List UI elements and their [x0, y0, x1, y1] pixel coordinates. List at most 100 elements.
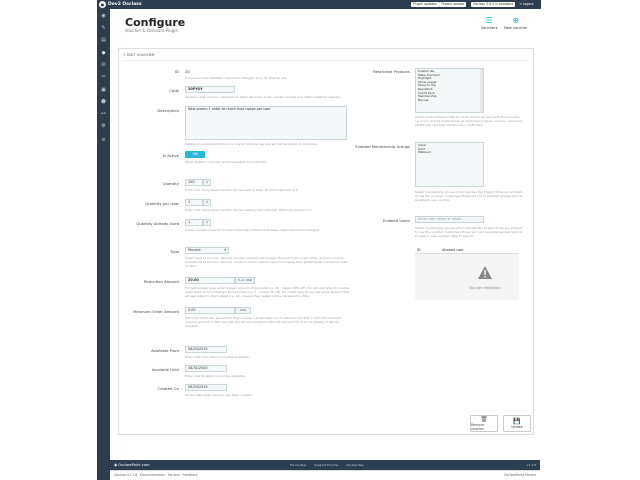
enabled-users-label: Enabled Users [382, 218, 410, 223]
available-from-label: Available From [151, 348, 179, 353]
osclass-update-badge[interactable]: Osclass 3.8.0 is available [471, 1, 516, 7]
description-textarea[interactable]: New promo 1 order to reach max usage per… [185, 106, 347, 140]
restricted-scrollbar[interactable] [480, 69, 483, 112]
warning-icon [478, 265, 492, 279]
type-select[interactable]: Percent ▾ [185, 247, 229, 254]
available-from-input[interactable]: 06/20/2019 [185, 346, 227, 353]
plugin-updates-badge[interactable]: Plugin updates [411, 1, 439, 7]
group-option[interactable]: Platinum [418, 151, 481, 155]
list-icon: ☰ [485, 16, 493, 25]
grid-col-id: ID [417, 248, 421, 252]
page-right-margin [541, 0, 640, 480]
appearance-icon[interactable]: ✉ [100, 62, 107, 68]
pages-icon[interactable]: ▤ [100, 37, 107, 43]
osclasspoint-logo[interactable]: ◉ OsclassPoint.com [114, 462, 150, 468]
min-order-help: Minimum cart/order amount for that vouch… [185, 316, 342, 329]
quantity-label: Quantity [162, 181, 179, 186]
active-toggle[interactable]: ON [185, 151, 205, 158]
osclass-pay-link[interactable]: Osclass Pay [346, 463, 364, 467]
plus-circle-icon: ⊕ [512, 16, 520, 25]
sidebar: ◉ ✎ ▤ ◆ ✉ ✂ ▣ ☻ ⚯ ⚙ ≡ [97, 9, 110, 480]
qty-per-user-help: Enter how many times voucher can be used… [185, 208, 313, 212]
reduction-help: For percentage type, enter integer amoun… [185, 286, 350, 299]
created-on-input: 06/20/2019 [185, 384, 227, 391]
enabled-users-input[interactable]: Enter user name or email... [415, 216, 484, 223]
osclasspoint-logo-text: OsclassPoint.com [118, 463, 150, 467]
qty-used-input: 1 [185, 219, 203, 226]
description-label: Description [157, 108, 179, 113]
reduction-label: Reduction Amount [143, 279, 179, 284]
code-label: Code [169, 88, 179, 93]
id-label: ID [174, 69, 179, 74]
menu-icon[interactable]: ≡ [100, 137, 107, 143]
qty-used-stepper: ⇕ [203, 219, 211, 226]
created-on-help: Shows date when voucher has been created… [185, 393, 253, 397]
restricted-products-select[interactable]: Publish fee Make Premium Highlight Show … [415, 68, 484, 113]
users-icon[interactable]: ☻ [100, 99, 107, 105]
page-left-margin [0, 0, 97, 480]
new-voucher-button[interactable]: ⊕ New voucher [504, 16, 528, 31]
qty-used-label: Quantity Already Used [136, 221, 179, 226]
listings-icon[interactable]: ✎ [100, 25, 107, 31]
footer-links[interactable]: Osclass v3.7.8 · Documentation · Forums … [114, 471, 198, 480]
remove-voucher-label: Remove voucher [471, 423, 484, 431]
code-input[interactable]: 20PYOY [185, 86, 235, 93]
qty-per-user-label: Quantity per User [145, 201, 179, 206]
update-label: Update [511, 425, 523, 429]
grid-col-user: Allowed user [442, 248, 464, 252]
trash-icon: 🗑 [480, 416, 488, 423]
restricted-option[interactable]: Banner [418, 98, 481, 103]
plugins-icon[interactable]: ◆ [100, 50, 107, 56]
reduction-input[interactable]: 20.00 [185, 277, 235, 284]
qty-per-user-stepper[interactable]: ⇕ [203, 199, 211, 206]
update-button[interactable]: 💾 Update [503, 415, 531, 432]
osclasspoint-logo-icon: ◉ [114, 463, 118, 467]
new-voucher-label: New voucher [504, 26, 528, 30]
min-order-input[interactable]: 0.00 [185, 307, 235, 314]
available-until-input[interactable]: 08/31/2020 [185, 365, 227, 372]
logout-label: Logout [522, 1, 534, 6]
id-value: 20 [185, 69, 190, 74]
type-label: Type [170, 249, 179, 254]
theme-update-badge[interactable]: Theme update [439, 1, 467, 7]
plugin-footer-links: Forum Bug Support Forums Osclass Pay [290, 463, 371, 467]
min-order-suffix: USD [235, 307, 251, 314]
save-icon: 💾 [513, 418, 521, 425]
tools-icon[interactable]: ✂ [100, 74, 107, 80]
type-help: Select type of voucher. Percent voucher … [185, 256, 348, 269]
footer: Osclass v3.7.8 · Documentation · Forums … [110, 470, 540, 480]
active-help: When enabled, voucher will be available … [185, 160, 268, 164]
forum-bug-link[interactable]: Forum Bug [290, 463, 306, 467]
membership-groups-label: Enabled Membership Groups [355, 144, 410, 149]
quantity-stepper[interactable]: ⇕ [203, 179, 211, 186]
plugin-footer-bar: ◉ OsclassPoint.com Forum Bug Support For… [110, 460, 540, 470]
top-bar: ● Dev2 Osclass Plugin updates Theme upda… [97, 0, 541, 9]
app-title: Dev2 Osclass [108, 2, 142, 7]
membership-groups-help: Select membership groups (from Osclass P… [415, 190, 523, 203]
qty-used-help: Shows current usage of voucher (how many… [185, 228, 320, 232]
restricted-products-help: Select products/types that are restricte… [415, 115, 523, 128]
vouchers-button[interactable]: ☰ Vouchers [481, 16, 497, 31]
min-order-label: Minimum Order Amount [133, 309, 179, 314]
description-help: Details of voucher/promotion, is only fo… [185, 142, 318, 146]
membership-groups-select[interactable]: Silver Gold Platinum [415, 142, 484, 187]
support-forums-link[interactable]: Support Forums [314, 463, 338, 467]
quantity-input[interactable]: 100 [185, 179, 203, 186]
code-help: Voucher code used by customers to apply … [185, 95, 341, 99]
logout-link[interactable]: ⇥ Logout [519, 2, 534, 8]
restricted-products-label: Restricted Products [373, 69, 410, 74]
type-select-value: Percent [188, 248, 201, 252]
created-on-label: Created On [157, 386, 179, 391]
page-subtitle: Voucher & Discount Plugin [125, 28, 178, 33]
id-help: Unique voucher identifier, cannot be cha… [185, 76, 288, 80]
active-label: Is Active [162, 153, 179, 158]
settings-icon[interactable]: ⚙ [100, 123, 107, 129]
osclass-logo-icon: ● [99, 1, 106, 8]
brand[interactable]: ● Dev2 Osclass [99, 1, 142, 8]
remove-voucher-button[interactable]: 🗑 Remove voucher [470, 415, 498, 432]
users-grid-header: ID Allowed user [415, 246, 519, 254]
available-until-help: Enter date to when is voucher available. [185, 374, 246, 378]
market-link[interactable]: OsclassPoint Market [504, 471, 536, 480]
dashboard-icon[interactable]: ◉ [100, 13, 107, 19]
qty-per-user-input[interactable]: 1 [185, 199, 203, 206]
